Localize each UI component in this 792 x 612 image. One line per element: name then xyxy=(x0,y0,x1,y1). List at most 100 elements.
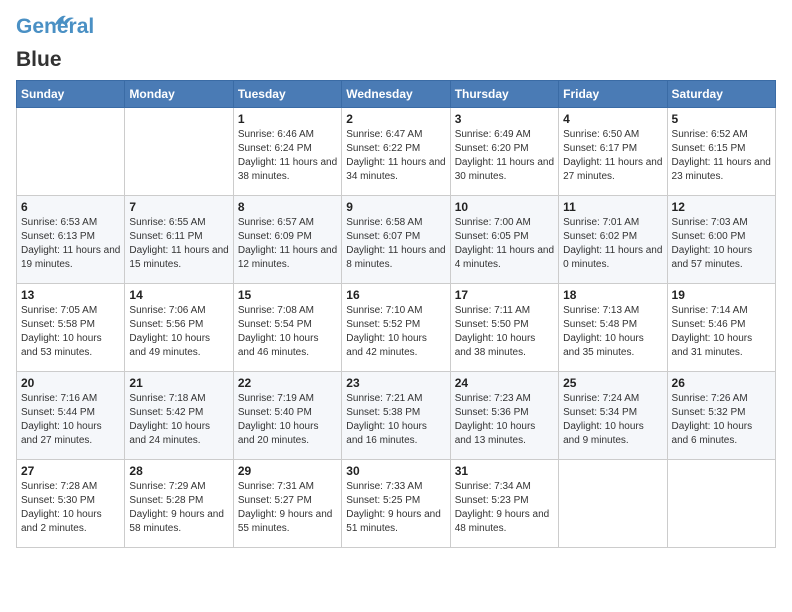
day-number: 2 xyxy=(346,112,445,126)
day-info: Sunrise: 6:57 AM Sunset: 6:09 PM Dayligh… xyxy=(238,216,337,272)
calendar-cell xyxy=(667,460,775,548)
calendar-cell xyxy=(125,108,233,196)
day-info: Sunrise: 7:19 AM Sunset: 5:40 PM Dayligh… xyxy=(238,392,337,448)
day-info: Sunrise: 7:10 AM Sunset: 5:52 PM Dayligh… xyxy=(346,304,445,360)
day-info: Sunrise: 6:52 AM Sunset: 6:15 PM Dayligh… xyxy=(672,128,771,184)
calendar-week-2: 6 Sunrise: 6:53 AM Sunset: 6:13 PM Daylig… xyxy=(17,196,776,284)
day-info: Sunrise: 7:06 AM Sunset: 5:56 PM Dayligh… xyxy=(129,304,228,360)
page-header: General Blue xyxy=(16,16,776,72)
day-info: Sunrise: 7:00 AM Sunset: 6:05 PM Dayligh… xyxy=(455,216,554,272)
calendar-cell: 4Sunrise: 6:50 AM Sunset: 6:17 PM Daylig… xyxy=(559,108,667,196)
calendar-cell: 18 Sunrise: 7:13 AM Sunset: 5:48 PM Dayli… xyxy=(559,284,667,372)
day-info: Sunrise: 7:16 AM Sunset: 5:44 PM Dayligh… xyxy=(21,392,120,448)
day-info: Sunrise: 7:14 AM Sunset: 5:46 PM Dayligh… xyxy=(672,304,771,360)
day-number: 16 xyxy=(346,288,445,302)
weekday-header-tuesday: Tuesday xyxy=(233,81,341,108)
calendar-cell: 21 Sunrise: 7:18 AM Sunset: 5:42 PM Dayli… xyxy=(125,372,233,460)
day-number: 6 xyxy=(21,200,120,214)
calendar-week-1: 1 Sunrise: 6:46 AM Sunset: 6:24 PM Daylig… xyxy=(17,108,776,196)
calendar-cell: 9 Sunrise: 6:58 AM Sunset: 6:07 PM Daylig… xyxy=(342,196,450,284)
calendar-cell: 28 Sunrise: 7:29 AM Sunset: 5:28 PM Dayli… xyxy=(125,460,233,548)
calendar-week-4: 20 Sunrise: 7:16 AM Sunset: 5:44 PM Dayli… xyxy=(17,372,776,460)
calendar-cell: 6 Sunrise: 6:53 AM Sunset: 6:13 PM Daylig… xyxy=(17,196,125,284)
calendar-week-3: 13 Sunrise: 7:05 AM Sunset: 5:58 PM Dayli… xyxy=(17,284,776,372)
calendar-cell: 27 Sunrise: 7:28 AM Sunset: 5:30 PM Dayli… xyxy=(17,460,125,548)
day-info: Sunrise: 7:11 AM Sunset: 5:50 PM Dayligh… xyxy=(455,304,554,360)
calendar-cell: 23Sunrise: 7:21 AM Sunset: 5:38 PM Dayli… xyxy=(342,372,450,460)
day-number: 19 xyxy=(672,288,771,302)
day-info: Sunrise: 7:31 AM Sunset: 5:27 PM Dayligh… xyxy=(238,480,337,536)
day-number: 24 xyxy=(455,376,554,390)
day-info: Sunrise: 7:18 AM Sunset: 5:42 PM Dayligh… xyxy=(129,392,228,448)
calendar-cell: 11Sunrise: 7:01 AM Sunset: 6:02 PM Dayli… xyxy=(559,196,667,284)
day-number: 13 xyxy=(21,288,120,302)
day-info: Sunrise: 7:33 AM Sunset: 5:25 PM Dayligh… xyxy=(346,480,445,536)
logo-bird-icon xyxy=(52,12,74,30)
day-number: 23 xyxy=(346,376,445,390)
day-info: Sunrise: 7:24 AM Sunset: 5:34 PM Dayligh… xyxy=(563,392,662,448)
day-number: 12 xyxy=(672,200,771,214)
calendar-cell: 14 Sunrise: 7:06 AM Sunset: 5:56 PM Dayli… xyxy=(125,284,233,372)
day-number: 4 xyxy=(563,112,662,126)
weekday-header-thursday: Thursday xyxy=(450,81,558,108)
day-info: Sunrise: 7:23 AM Sunset: 5:36 PM Dayligh… xyxy=(455,392,554,448)
day-number: 1 xyxy=(238,112,337,126)
day-number: 10 xyxy=(455,200,554,214)
weekday-header-monday: Monday xyxy=(125,81,233,108)
calendar-cell: 19 Sunrise: 7:14 AM Sunset: 5:46 PM Dayli… xyxy=(667,284,775,372)
day-info: Sunrise: 6:47 AM Sunset: 6:22 PM Dayligh… xyxy=(346,128,445,184)
calendar-cell: 25 Sunrise: 7:24 AM Sunset: 5:34 PM Dayli… xyxy=(559,372,667,460)
day-number: 26 xyxy=(672,376,771,390)
calendar-week-5: 27 Sunrise: 7:28 AM Sunset: 5:30 PM Dayli… xyxy=(17,460,776,548)
calendar-table: SundayMondayTuesdayWednesdayThursdayFrid… xyxy=(16,80,776,548)
day-info: Sunrise: 7:05 AM Sunset: 5:58 PM Dayligh… xyxy=(21,304,120,360)
day-number: 29 xyxy=(238,464,337,478)
day-number: 21 xyxy=(129,376,228,390)
calendar-cell: 15Sunrise: 7:08 AM Sunset: 5:54 PM Dayli… xyxy=(233,284,341,372)
day-number: 14 xyxy=(129,288,228,302)
calendar-cell: 8 Sunrise: 6:57 AM Sunset: 6:09 PM Daylig… xyxy=(233,196,341,284)
weekday-header-sunday: Sunday xyxy=(17,81,125,108)
calendar-cell: 30Sunrise: 7:33 AM Sunset: 5:25 PM Dayli… xyxy=(342,460,450,548)
day-number: 5 xyxy=(672,112,771,126)
weekday-header-saturday: Saturday xyxy=(667,81,775,108)
calendar-cell: 3Sunrise: 6:49 AM Sunset: 6:20 PM Daylig… xyxy=(450,108,558,196)
day-info: Sunrise: 6:55 AM Sunset: 6:11 PM Dayligh… xyxy=(129,216,228,272)
calendar-cell xyxy=(17,108,125,196)
day-number: 8 xyxy=(238,200,337,214)
day-info: Sunrise: 7:29 AM Sunset: 5:28 PM Dayligh… xyxy=(129,480,228,536)
day-info: Sunrise: 7:13 AM Sunset: 5:48 PM Dayligh… xyxy=(563,304,662,360)
day-number: 31 xyxy=(455,464,554,478)
weekday-header-row: SundayMondayTuesdayWednesdayThursdayFrid… xyxy=(17,81,776,108)
day-number: 28 xyxy=(129,464,228,478)
calendar-cell: 20 Sunrise: 7:16 AM Sunset: 5:44 PM Dayli… xyxy=(17,372,125,460)
day-number: 9 xyxy=(346,200,445,214)
day-info: Sunrise: 6:58 AM Sunset: 6:07 PM Dayligh… xyxy=(346,216,445,272)
day-info: Sunrise: 7:28 AM Sunset: 5:30 PM Dayligh… xyxy=(21,480,120,536)
day-info: Sunrise: 7:08 AM Sunset: 5:54 PM Dayligh… xyxy=(238,304,337,360)
weekday-header-friday: Friday xyxy=(559,81,667,108)
logo: General Blue xyxy=(16,16,64,72)
calendar-cell: 5 Sunrise: 6:52 AM Sunset: 6:15 PM Daylig… xyxy=(667,108,775,196)
day-number: 7 xyxy=(129,200,228,214)
day-info: Sunrise: 7:01 AM Sunset: 6:02 PM Dayligh… xyxy=(563,216,662,272)
calendar-cell: 7 Sunrise: 6:55 AM Sunset: 6:11 PM Daylig… xyxy=(125,196,233,284)
day-info: Sunrise: 7:03 AM Sunset: 6:00 PM Dayligh… xyxy=(672,216,771,272)
day-info: Sunrise: 7:26 AM Sunset: 5:32 PM Dayligh… xyxy=(672,392,771,448)
calendar-cell: 10 Sunrise: 7:00 AM Sunset: 6:05 PM Dayli… xyxy=(450,196,558,284)
day-number: 22 xyxy=(238,376,337,390)
calendar-cell: 2 Sunrise: 6:47 AM Sunset: 6:22 PM Daylig… xyxy=(342,108,450,196)
calendar-cell: 22 Sunrise: 7:19 AM Sunset: 5:40 PM Dayli… xyxy=(233,372,341,460)
calendar-cell: 1 Sunrise: 6:46 AM Sunset: 6:24 PM Daylig… xyxy=(233,108,341,196)
calendar-cell: 26 Sunrise: 7:26 AM Sunset: 5:32 PM Dayli… xyxy=(667,372,775,460)
weekday-header-wednesday: Wednesday xyxy=(342,81,450,108)
day-number: 20 xyxy=(21,376,120,390)
day-info: Sunrise: 6:46 AM Sunset: 6:24 PM Dayligh… xyxy=(238,128,337,184)
day-number: 25 xyxy=(563,376,662,390)
calendar-cell: 31Sunrise: 7:34 AM Sunset: 5:23 PM Dayli… xyxy=(450,460,558,548)
day-info: Sunrise: 6:53 AM Sunset: 6:13 PM Dayligh… xyxy=(21,216,120,272)
day-number: 27 xyxy=(21,464,120,478)
day-number: 3 xyxy=(455,112,554,126)
day-number: 18 xyxy=(563,288,662,302)
calendar-cell: 29 Sunrise: 7:31 AM Sunset: 5:27 PM Dayli… xyxy=(233,460,341,548)
